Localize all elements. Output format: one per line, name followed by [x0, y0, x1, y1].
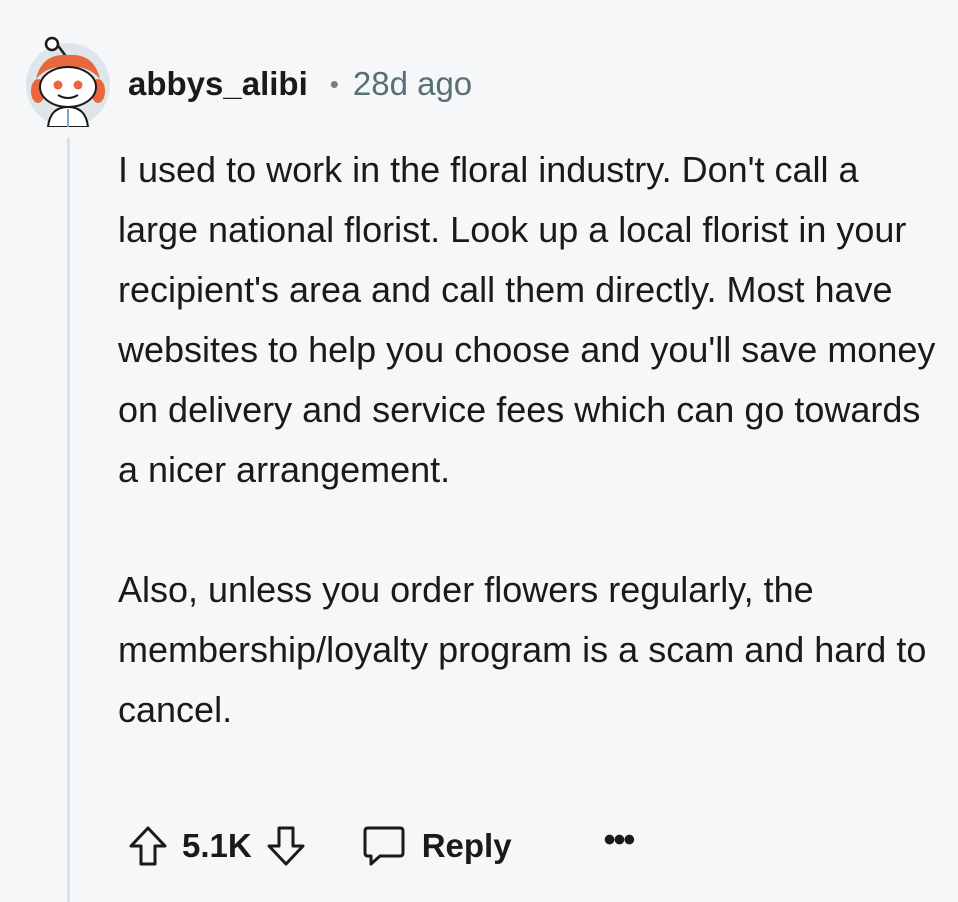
- comment-paragraph: Also, unless you order flowers regularly…: [118, 569, 927, 730]
- comment-header: abbys_alibi • 28d ago: [128, 62, 472, 106]
- comment-actions: 5.1K Reply •••: [128, 820, 636, 872]
- vote-score: 5.1K: [182, 827, 252, 864]
- snoo-avatar-icon: [26, 36, 110, 128]
- speech-bubble-icon: [363, 826, 405, 866]
- meta-separator: •: [329, 69, 339, 99]
- arrow-down-icon: [267, 826, 305, 866]
- comment-body: I used to work in the floral industry. D…: [118, 140, 948, 740]
- arrow-up-icon: [129, 826, 167, 866]
- downvote-button[interactable]: [266, 825, 306, 867]
- comment-paragraph: I used to work in the floral industry. D…: [118, 149, 936, 490]
- comment-timestamp[interactable]: 28d ago: [353, 62, 472, 106]
- reply-label: Reply: [421, 827, 512, 864]
- avatar[interactable]: [22, 35, 114, 128]
- more-options-button[interactable]: •••: [604, 821, 636, 860]
- thread-line[interactable]: [67, 138, 70, 902]
- reply-button[interactable]: Reply: [362, 824, 512, 868]
- author-username[interactable]: abbys_alibi: [128, 62, 308, 106]
- upvote-button[interactable]: [128, 825, 168, 867]
